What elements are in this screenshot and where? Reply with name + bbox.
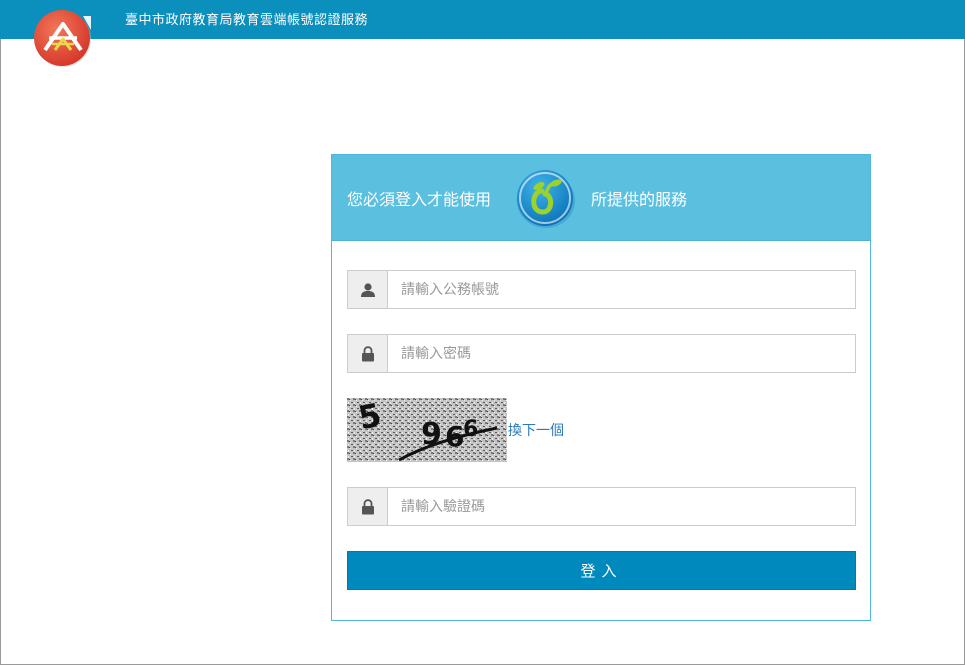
header-text-left: 您必須登入才能使用 [347, 190, 492, 209]
verification-group [347, 487, 856, 526]
verification-code-input[interactable] [388, 488, 855, 525]
site-title: 臺中市政府教育局教育雲端帳號認證服務 [125, 13, 369, 28]
login-card: 您必須登入才能使用 所提供的服務 請輸入公務帳號 5 9 6 6 換下一個 請輸… [331, 154, 871, 621]
service-sprout-logo-icon [517, 170, 575, 228]
header-text-right: 所提供的服務 [591, 190, 688, 209]
card-header: 您必須登入才能使用 所提供的服務 [332, 155, 870, 241]
captcha-image: 5 9 6 6 [347, 398, 507, 462]
top-bar: 臺中市政府教育局教育雲端帳號認證服務 [0, 0, 965, 39]
login-button[interactable]: 登入 [347, 551, 856, 590]
refresh-captcha-link[interactable]: 換下一個 [508, 420, 564, 440]
username-input[interactable] [388, 271, 855, 308]
svg-text:6: 6 [463, 417, 478, 442]
password-group [347, 334, 856, 373]
lock-icon [348, 335, 388, 372]
lock-icon [348, 488, 388, 525]
user-icon [348, 271, 388, 308]
username-group [347, 270, 856, 309]
password-input[interactable] [388, 335, 855, 372]
taichung-city-logo-icon[interactable] [33, 8, 93, 68]
